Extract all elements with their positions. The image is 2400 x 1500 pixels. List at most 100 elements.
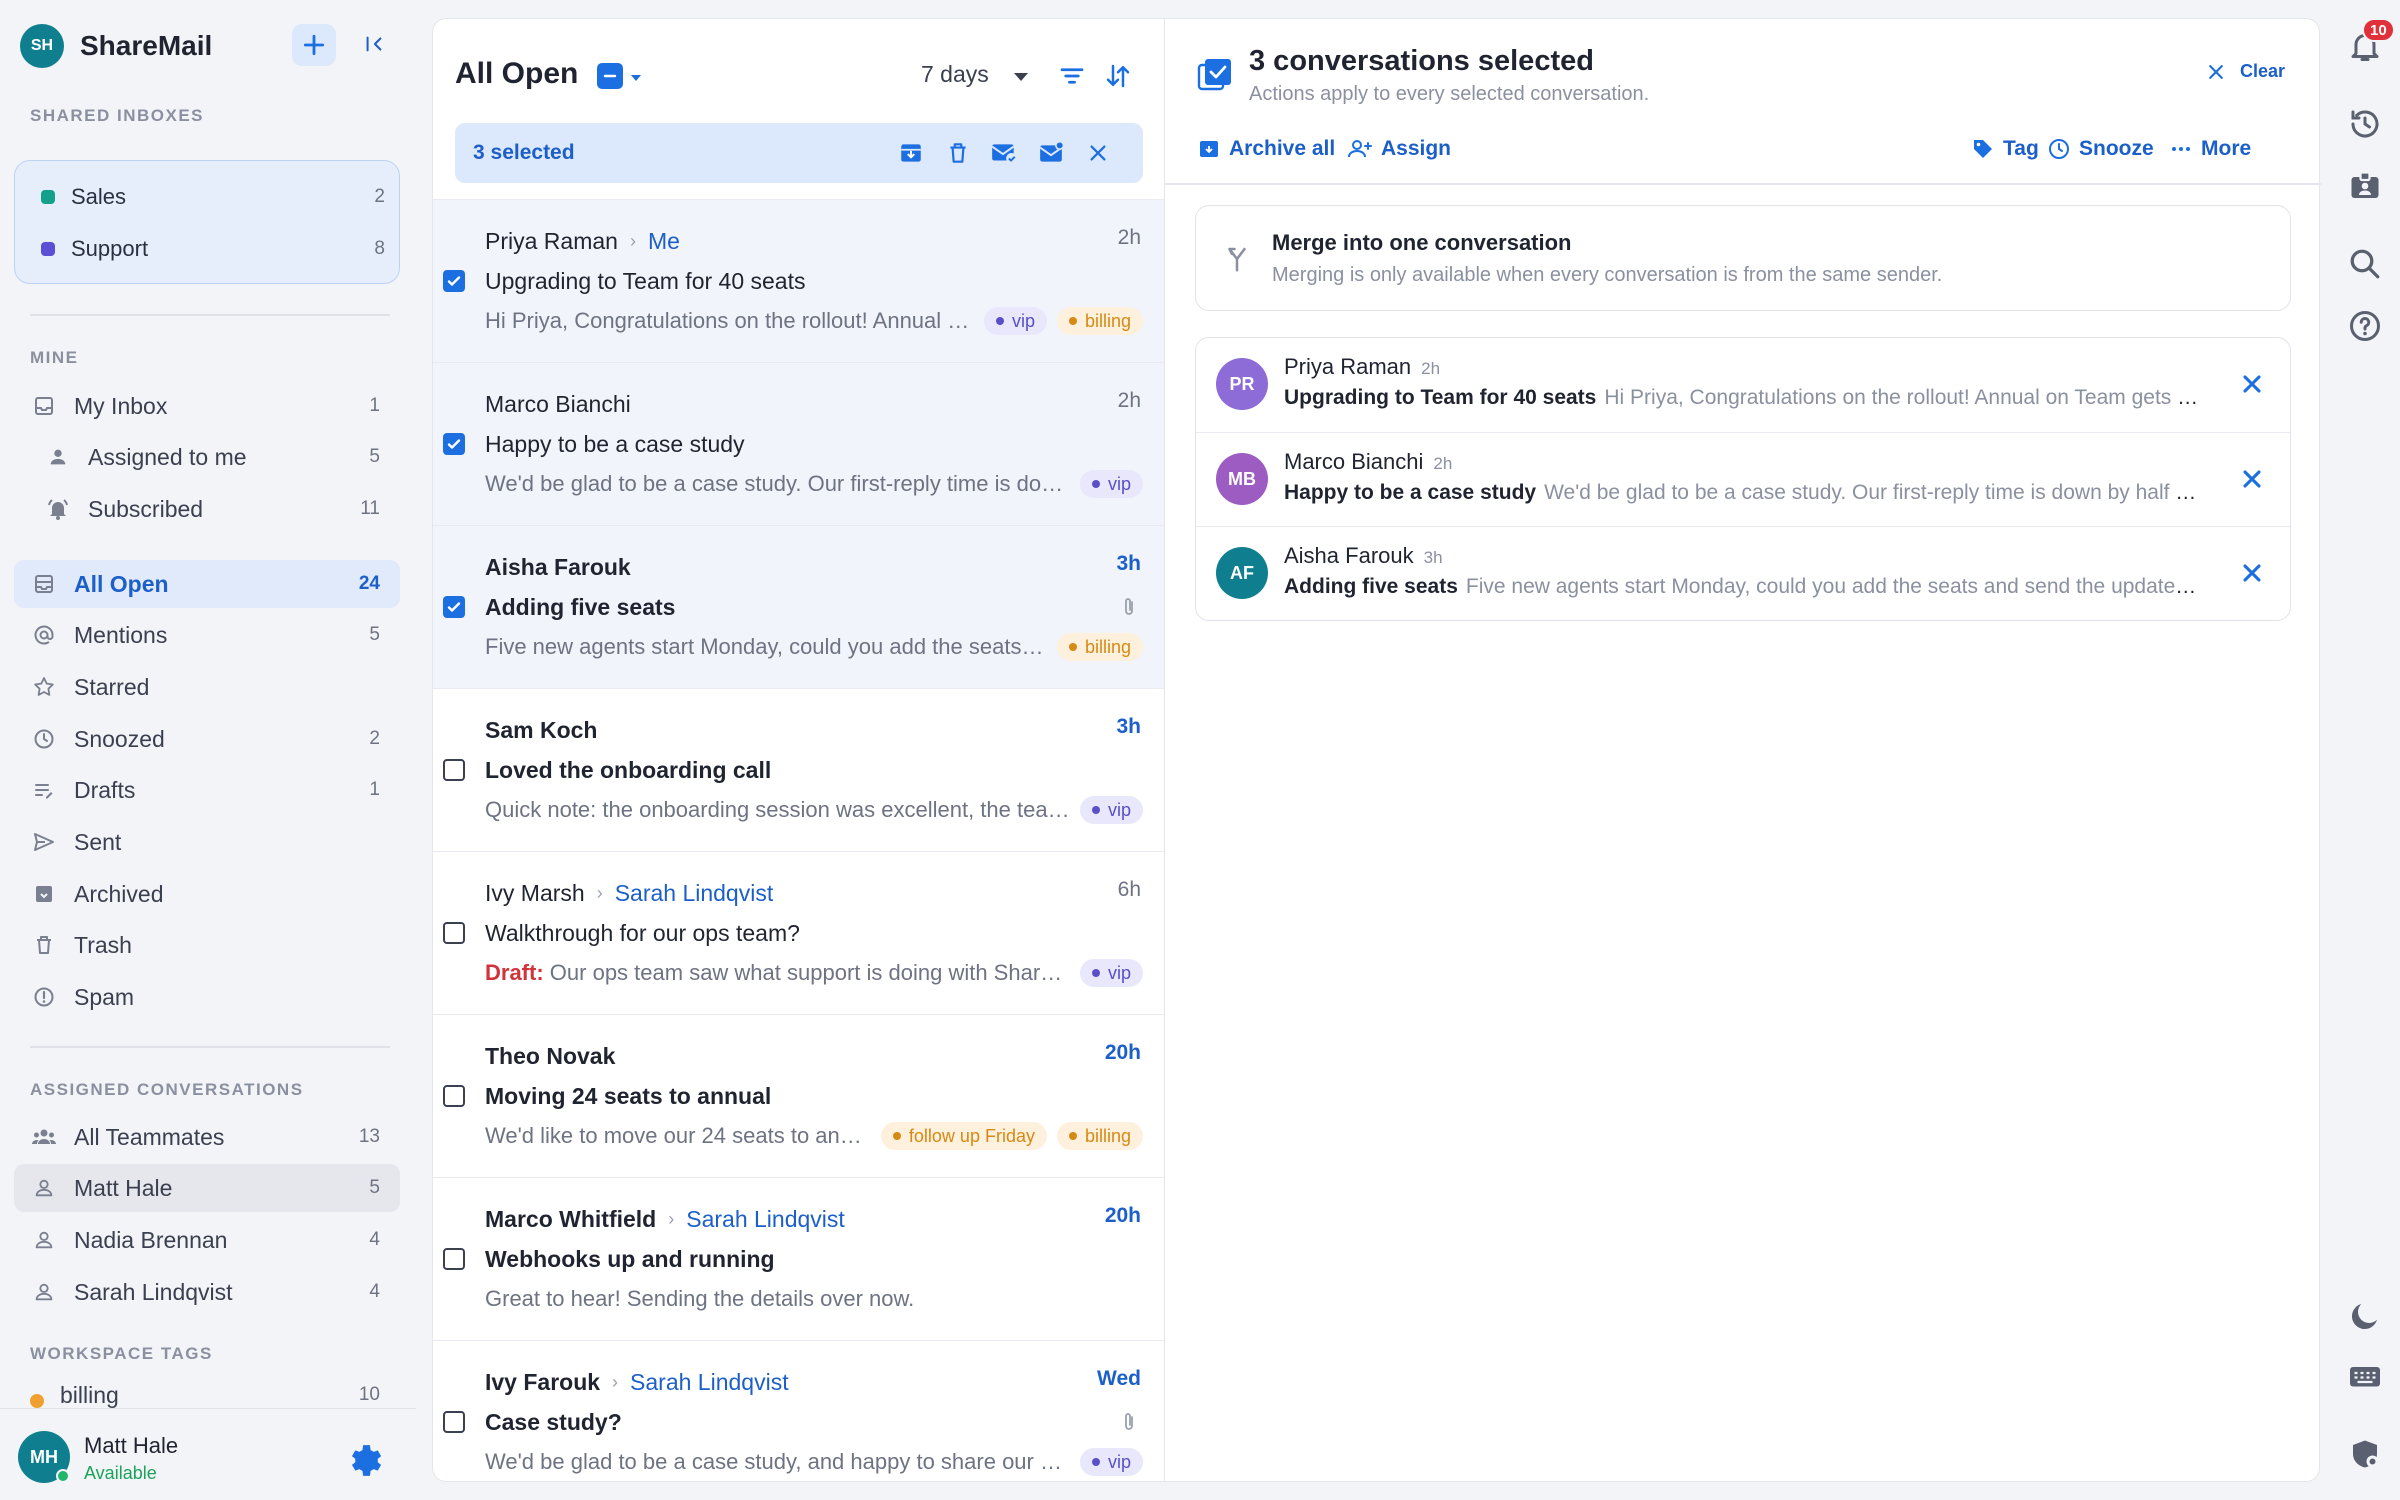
bulk-delete-button[interactable] [942, 137, 974, 169]
sender-line: Theo Novak [485, 1043, 615, 1070]
conversation-row[interactable]: Theo Novak 20h Moving 24 seats to annual We… [433, 1014, 1164, 1177]
nav-item-sarah-lindqvist[interactable]: Sarah Lindqvist 4 [14, 1268, 400, 1316]
conversation-row[interactable]: Marco Whitfield › Sarah Lindqvist 20h Webhoo… [433, 1177, 1164, 1340]
brand[interactable]: SH ShareMail [20, 22, 212, 70]
admin-shield-icon[interactable] [2347, 1436, 2383, 1472]
selected-conversation-item[interactable]: MB Marco Bianchi 2h Happy to be a case stud… [1196, 432, 2290, 526]
selected-conversation-item[interactable]: PR Priya Raman 2h Upgrading to Team for 40 … [1196, 338, 2290, 432]
inbox-count: 2 [374, 186, 385, 207]
plus-icon [303, 34, 325, 56]
row-checkbox[interactable] [443, 1085, 465, 1107]
inbox-item-sales[interactable]: Sales 2 [29, 175, 385, 219]
preview-row: Great to hear! Sending the details over … [485, 1284, 1143, 1314]
tag-chip[interactable]: vip [1079, 1448, 1143, 1476]
conversation-row[interactable]: Marco Bianchi 2h Happy to be a case study W… [433, 362, 1164, 525]
nav-item-snoozed[interactable]: Snoozed 2 [14, 715, 400, 763]
bulk-selection-panel: 3 conversations selected Actions apply t… [1164, 18, 2321, 1482]
bulk-mark-read-button[interactable] [988, 137, 1020, 169]
row-checkbox[interactable] [443, 1248, 465, 1270]
compose-button[interactable] [292, 24, 336, 66]
nav-item-assigned-to-me[interactable]: Assigned to me 5 [14, 433, 400, 481]
conversation-preview: We'd like to move our 24 seats to annual… [485, 1123, 871, 1149]
merge-icon [1228, 247, 1246, 272]
row-checkbox[interactable] [443, 759, 465, 781]
more-button[interactable]: More [2169, 129, 2251, 169]
tag-label: billing [60, 1382, 119, 1408]
dark-mode-icon[interactable] [2347, 1298, 2383, 1334]
remove-from-selection-icon[interactable] [2238, 465, 2266, 493]
row-checkbox[interactable] [443, 433, 465, 455]
bulk-archive-button[interactable] [895, 137, 927, 169]
nav-item-starred[interactable]: Starred [14, 663, 400, 711]
conversation-subject: Webhooks up and running [485, 1246, 775, 1272]
at-sign-icon [30, 621, 58, 649]
sender-name: Ivy Marsh [485, 880, 585, 906]
snooze-button[interactable]: Snooze [2047, 129, 2154, 169]
nav-item-all-open[interactable]: All Open 24 [14, 560, 400, 608]
tag-chip[interactable]: vip [1079, 470, 1143, 498]
inbox-item-support[interactable]: Support 8 [29, 227, 385, 271]
conversation-row[interactable]: Priya Raman › Me 2h Upgrading to Team for 40… [433, 199, 1164, 362]
tag-chip[interactable]: billing [1056, 307, 1143, 335]
nav-item-subscribed[interactable]: Subscribed 11 [14, 485, 400, 533]
tag-chip[interactable]: billing [1056, 1122, 1143, 1150]
conversation-row[interactable]: Ivy Farouk › Sarah Lindqvist Wed Case study?… [433, 1340, 1164, 1481]
row-checkbox[interactable] [443, 596, 465, 618]
preview-text: Our ops team saw what support is doing w… [549, 960, 1070, 985]
preview-text: We'd like to move our 24 seats to annual… [485, 1123, 871, 1148]
archive-all-button[interactable]: Archive all [1197, 129, 1335, 169]
contact-card-icon[interactable] [2347, 168, 2383, 204]
nav-item-spam[interactable]: Spam [14, 973, 400, 1021]
clear-selection-link[interactable]: Clear [2206, 61, 2285, 82]
date-range-select[interactable]: 7 days [921, 61, 989, 88]
nav-item-nadia-brennan[interactable]: Nadia Brennan 4 [14, 1216, 400, 1264]
remove-from-selection-icon[interactable] [2238, 370, 2266, 398]
collapse-sidebar-button[interactable] [356, 26, 392, 62]
bulk-mark-unread-button[interactable] [1035, 137, 1067, 169]
nav-item-archived[interactable]: Archived [14, 870, 400, 918]
tag-item-billing[interactable]: billing 10 [14, 1380, 400, 1408]
tag-chip[interactable]: vip [1079, 959, 1143, 987]
tag-chip[interactable]: follow up Friday [880, 1122, 1047, 1150]
tag-chip[interactable]: billing [1056, 633, 1143, 661]
conversation-row[interactable]: Ivy Marsh › Sarah Lindqvist 6h Walkthrough f… [433, 851, 1164, 1014]
clear-selection-button[interactable] [1082, 137, 1114, 169]
select-all-checkbox[interactable] [597, 63, 623, 89]
user-status[interactable]: Available [84, 1463, 157, 1484]
conversation-row[interactable]: Sam Koch 3h Loved the onboarding call Quick… [433, 688, 1164, 851]
help-icon[interactable] [2347, 308, 2383, 344]
snooze-label: Snooze [2079, 137, 2154, 160]
tag-button[interactable]: Tag [1971, 129, 2039, 169]
nav-item-all-teammates[interactable]: All Teammates 13 [14, 1113, 400, 1161]
keyboard-icon[interactable] [2347, 1358, 2383, 1394]
nav-item-my-inbox[interactable]: My Inbox 1 [14, 382, 400, 430]
row-checkbox[interactable] [443, 270, 465, 292]
settings-button[interactable] [346, 1439, 384, 1477]
mail-check-icon [991, 144, 1017, 164]
selected-conversation-item[interactable]: AF Aisha Farouk 3h Adding five seats Five ne… [1196, 526, 2290, 620]
preview-text: Great to hear! Sending the details over … [485, 1286, 915, 1311]
tag-chip[interactable]: vip [983, 307, 1047, 335]
search-icon[interactable] [2347, 246, 2383, 282]
nav-item-matt-hale[interactable]: Matt Hale 5 [14, 1164, 400, 1212]
merge-subtitle: Merging is only available when every con… [1272, 264, 1943, 286]
sort-icon[interactable] [1103, 61, 1133, 91]
filter-icon[interactable] [1057, 61, 1087, 91]
conversation-preview: Hi Priya, Congratulations on the rollout… [485, 308, 974, 334]
row-checkbox[interactable] [443, 1411, 465, 1433]
conversation-row[interactable]: Aisha Farouk 3h Adding five seats Five new … [433, 525, 1164, 688]
remove-from-selection-icon[interactable] [2238, 559, 2266, 587]
nav-item-trash[interactable]: Trash [14, 921, 400, 969]
nav-item-sent[interactable]: Sent [14, 818, 400, 866]
conversation-subject: Happy to be a case study [1284, 481, 1537, 504]
row-checkbox[interactable] [443, 922, 465, 944]
sender-line: Priya Raman › Me [485, 228, 680, 255]
assign-button[interactable]: Assign [1347, 129, 1451, 169]
nav-item-drafts[interactable]: Drafts 1 [14, 766, 400, 814]
nav-item-mentions[interactable]: Mentions 5 [14, 611, 400, 659]
select-menu-caret-icon[interactable] [629, 71, 643, 85]
selected-sender-line: Priya Raman 2h [1284, 354, 1440, 380]
history-icon[interactable] [2347, 106, 2383, 142]
tag-chip[interactable]: vip [1079, 796, 1143, 824]
chevron-down-icon[interactable] [1011, 67, 1031, 87]
